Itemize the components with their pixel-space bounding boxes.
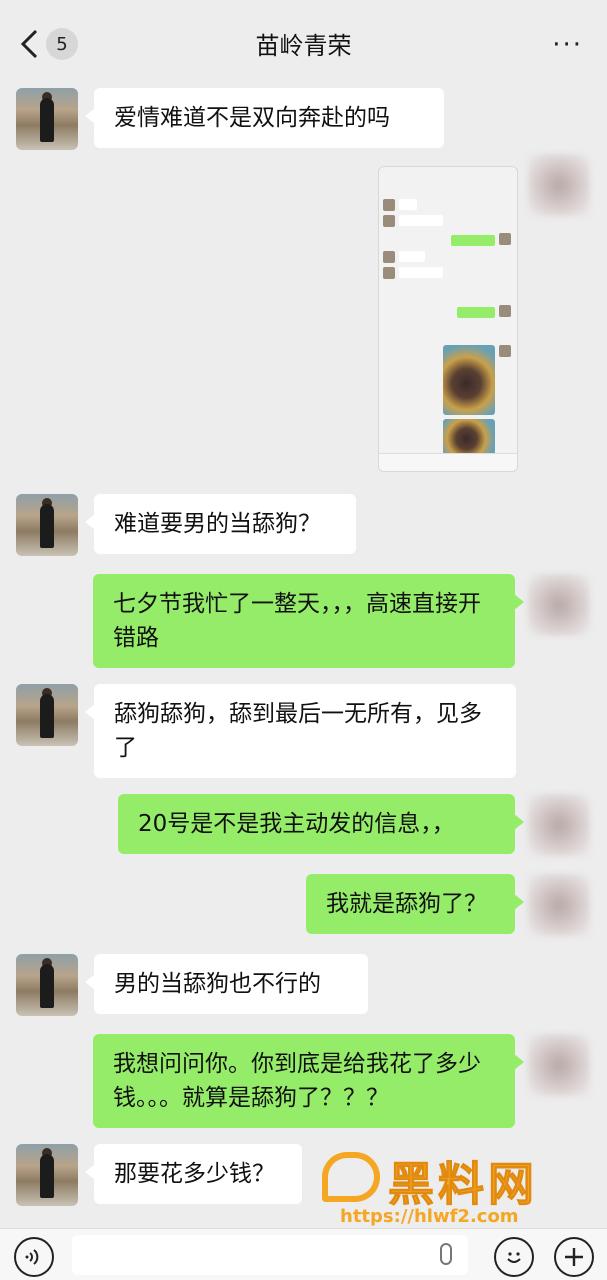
thumb-photo — [443, 419, 495, 455]
voice-toggle-icon[interactable] — [14, 1237, 54, 1277]
thumb-bubble — [399, 199, 417, 210]
more-options-icon[interactable]: ··· — [552, 30, 583, 60]
received-message[interactable]: 那要花多少钱？ — [85, 1144, 302, 1204]
contact-avatar[interactable] — [16, 684, 78, 746]
contact-avatar[interactable] — [16, 494, 78, 556]
thumb-bubble — [457, 307, 495, 318]
sent-message[interactable]: 我想问问你。你到底是给我花了多少钱。。。就算是舔狗了？？？ — [93, 1034, 524, 1128]
contact-avatar[interactable] — [16, 88, 78, 150]
thumb-bubble — [399, 267, 443, 278]
emoji-icon[interactable] — [494, 1237, 534, 1277]
thumb-avatar — [383, 199, 395, 211]
sent-image-message[interactable] — [378, 166, 518, 472]
chat-title: 苗岭青荣 — [255, 32, 352, 60]
thumb-photo — [443, 345, 495, 415]
thumb-header — [379, 179, 517, 193]
received-message[interactable]: 爱情难道不是双向奔赴的吗 — [85, 88, 444, 148]
sent-message[interactable]: 七夕节我忙了一整天，，，高速直接开错路 — [93, 574, 524, 668]
thumb-avatar — [383, 267, 395, 279]
watermark-name: 黑料网 — [388, 1157, 538, 1212]
input-bar — [0, 1228, 607, 1280]
thumb-avatar — [499, 345, 511, 357]
thumb-avatar — [383, 215, 395, 227]
thumb-avatar — [383, 251, 395, 263]
contact-avatar[interactable] — [16, 954, 78, 1016]
chat-header: 5 苗岭青荣 ··· — [0, 0, 607, 86]
received-message[interactable]: 难道要男的当舔狗？ — [85, 494, 356, 554]
thumb-bubble — [451, 235, 495, 246]
message-input[interactable] — [72, 1235, 468, 1275]
thumb-input-bar — [379, 453, 517, 471]
my-avatar[interactable] — [528, 574, 590, 636]
my-avatar[interactable] — [528, 874, 590, 936]
my-avatar[interactable] — [528, 794, 590, 856]
thumb-bubble — [399, 215, 443, 226]
watermark-url: https://hlwf2.com — [340, 1206, 519, 1227]
thumb-bubble — [399, 251, 425, 262]
sent-message[interactable]: 20号是不是我主动发的信息，， — [118, 794, 524, 854]
thumb-status-bar — [379, 167, 517, 179]
received-message[interactable]: 男的当舔狗也不行的 — [85, 954, 368, 1014]
watermark-logo-icon — [322, 1152, 380, 1202]
site-watermark: 黑料网 https://hlwf2.com — [322, 1148, 594, 1228]
thumb-avatar — [499, 233, 511, 245]
sent-message[interactable]: 我就是舔狗了？ — [306, 874, 524, 934]
received-message[interactable]: 舔狗舔狗，舔到最后一无所有，见多了 — [85, 684, 516, 778]
my-avatar[interactable] — [528, 1034, 590, 1096]
thumb-avatar — [499, 305, 511, 317]
my-avatar[interactable] — [528, 154, 590, 216]
plus-icon[interactable] — [554, 1237, 594, 1277]
contact-avatar[interactable] — [16, 1144, 78, 1206]
microphone-icon[interactable] — [440, 1243, 452, 1265]
